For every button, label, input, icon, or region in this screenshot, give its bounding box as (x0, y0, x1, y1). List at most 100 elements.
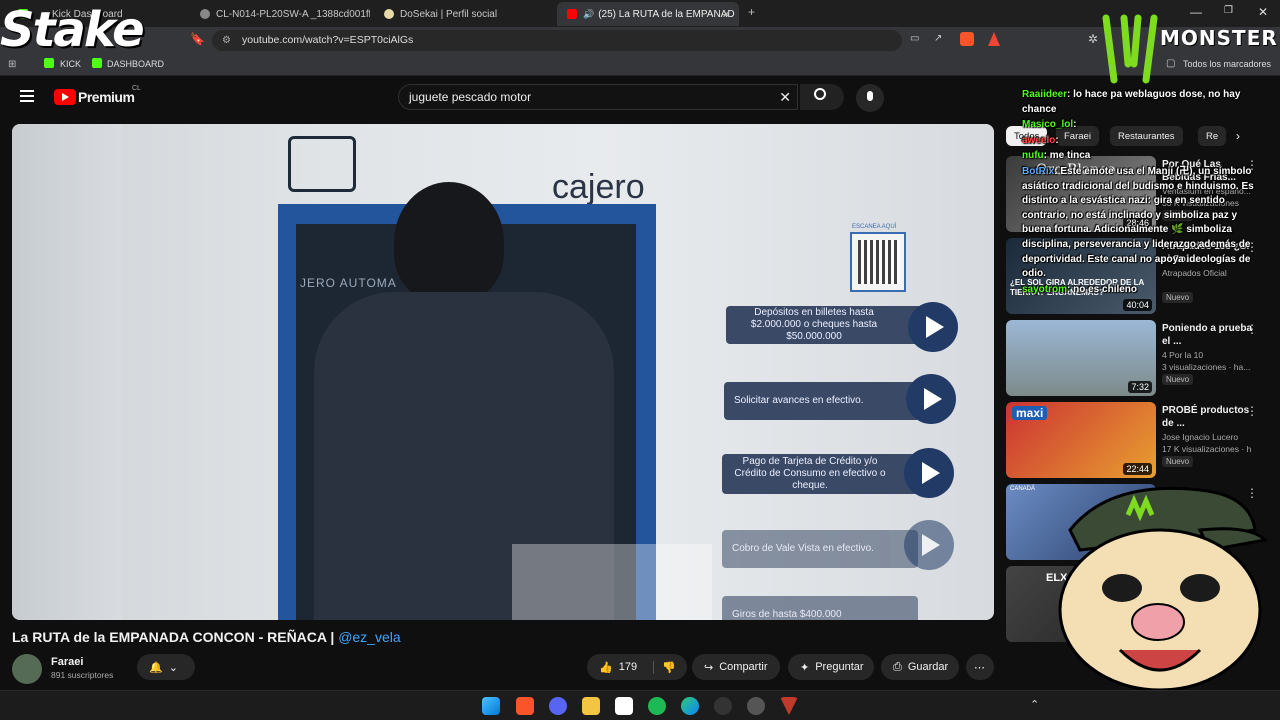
search-input[interactable]: juguete pescado motor ✕ (398, 84, 798, 110)
windows-start-icon[interactable] (482, 697, 500, 715)
chat-text: : no es chileno (1067, 283, 1138, 295)
clear-search-icon[interactable]: ✕ (779, 85, 791, 109)
bookmarks-bar: ⊞ KICK DASHBOARD ▢ Todos los marcadores (0, 54, 1280, 76)
tab-youtube-active[interactable]: 🔊 (25) La RUTA de la EMPANAD ✕ (557, 2, 739, 26)
atm-screen-text: JERO AUTOMA (300, 276, 397, 290)
brave-rewards-icon[interactable] (988, 32, 1000, 46)
option-text: Giros de hasta $400.000 (732, 609, 842, 620)
tab-cl-n014[interactable]: CL-N014-PL20SW-A _1388cd001ff64 (190, 2, 370, 26)
more-actions-button[interactable]: ⋯ (966, 654, 994, 680)
bookmark-icon[interactable]: 🔖 (190, 32, 205, 46)
rec-thumbnail: 7:32 (1006, 320, 1156, 396)
video-title: La RUTA de la EMPANADA CONCON - REÑACA |… (12, 629, 401, 645)
person-head (394, 182, 504, 302)
save-label: Guardar (907, 661, 949, 673)
chat-user: nufu (1022, 150, 1044, 162)
atm-option-giros: Giros de hasta $400.000 (722, 596, 918, 620)
folder-icon: ▢ (1166, 58, 1176, 69)
chat-user: Masico_lol (1022, 119, 1074, 131)
cast-icon[interactable]: ▭ (910, 33, 919, 44)
stake-logo: Stake (0, 2, 145, 58)
option-text: Solicitar avances en efectivo. (734, 395, 864, 406)
steam-icon[interactable] (747, 697, 765, 715)
chat-user: BotRix (1022, 165, 1055, 177)
more-vert-icon[interactable]: ⋮ (1246, 322, 1258, 336)
glare (512, 544, 712, 620)
duration: 7:32 (1128, 381, 1152, 393)
url-field[interactable]: ⚙ youtube.com/watch?v=ESPT0ciAlGs (212, 30, 902, 51)
close-window-button[interactable]: ✕ (1258, 5, 1268, 19)
voice-search-button[interactable] (856, 84, 884, 112)
rec-title: PROBÉ productos de ... (1162, 405, 1250, 429)
tab-dosekai[interactable]: DoSekai | Perfil social (374, 2, 554, 26)
chat-text: : me tinca (1043, 150, 1091, 162)
thumb-text: maxi (1012, 406, 1048, 420)
rec-channel: 4 Por la 10 (1162, 350, 1204, 360)
option-text: Cobro de Vale Vista en efectivo. (732, 543, 874, 554)
new-tab-button[interactable]: + (748, 5, 755, 19)
youtube-logo-icon[interactable] (54, 89, 76, 105)
edge-icon[interactable] (681, 697, 699, 715)
chevron-up-icon[interactable]: ⌃ (1030, 698, 1039, 711)
thumb-text: CANADÁ (1010, 486, 1036, 492)
mention-link[interactable]: @ez_vela (338, 629, 400, 645)
channel-name[interactable]: Faraei (51, 656, 83, 668)
chat-text: : Este emote usa el Manji (卍), un símbol… (1022, 165, 1254, 280)
atm-option-credit: Pago de Tarjeta de Crédito y/o Crédito d… (722, 454, 918, 494)
rec-item[interactable]: 7:32 Poniendo a prueba el ... 4 Por la 1… (1006, 320, 1274, 398)
menu-icon[interactable] (20, 90, 34, 102)
rec-views: 17 K visualizaciones · h (1162, 444, 1252, 454)
sparkle-icon: ✦ (800, 661, 810, 674)
close-tab-icon[interactable]: ✕ (722, 8, 731, 21)
chevron-down-icon: ⌄ (168, 661, 178, 674)
qr-caption: ESCANEA AQUÍ (852, 224, 897, 230)
obs-icon[interactable] (714, 697, 732, 715)
save-button[interactable]: ⎙ Guardar (881, 654, 959, 680)
minimize-button[interactable]: — (1190, 5, 1202, 19)
media-app-icon[interactable] (615, 697, 633, 715)
duration: 40:04 (1123, 299, 1152, 311)
maximize-button[interactable]: ❐ (1224, 5, 1233, 16)
more-vert-icon[interactable]: ⋮ (1246, 404, 1258, 418)
video-player[interactable]: cajero JERO AUTOMA ESCANEA AQUÍ Depósito… (12, 124, 994, 620)
extensions-icon[interactable]: ✲ (1088, 32, 1098, 46)
channel-avatar[interactable] (12, 654, 42, 684)
spotify-icon[interactable] (648, 697, 666, 715)
discord-icon[interactable] (549, 697, 567, 715)
chat-text: : (1073, 119, 1077, 131)
all-bookmarks[interactable]: Todos los marcadores (1183, 59, 1271, 69)
cat-mascot-overlay (1058, 486, 1269, 690)
like-icon[interactable]: 👍 (599, 661, 613, 674)
share-button[interactable]: ↪ Compartir (692, 654, 780, 680)
share-icon: ↪ (704, 661, 714, 674)
brave-dev-icon[interactable] (780, 697, 798, 715)
monster-logo-text: MONSTER (1160, 26, 1278, 50)
rec-item[interactable]: maxi 22:44 PROBÉ productos de ... Jose I… (1006, 402, 1274, 480)
chat-text: : (1055, 134, 1059, 146)
site-info-icon[interactable]: ⚙ (222, 30, 231, 51)
tab-label: (25) La RUTA de la EMPANAD (598, 8, 735, 20)
youtube-icon (567, 9, 577, 19)
chat-user: sayotrom (1022, 283, 1068, 295)
file-explorer-icon[interactable] (582, 697, 600, 715)
youtube-header: Premium CL juguete pescado motor ✕ (0, 76, 1000, 120)
share-icon[interactable]: ↗ (934, 33, 942, 44)
search-icon (814, 88, 826, 100)
apps-icon[interactable]: ⊞ (8, 59, 16, 70)
atm-brand: cajero (552, 168, 645, 206)
bookmark-kick[interactable]: KICK (60, 59, 81, 69)
notifications-button[interactable]: 🔔 ⌄ (137, 654, 195, 680)
speaker-icon: 🔊 (583, 8, 595, 19)
rec-channel: Jose Ignacio Lucero (1162, 432, 1239, 442)
ask-button[interactable]: ✦ Preguntar (788, 654, 874, 680)
globe-icon (200, 9, 210, 19)
arrow-right-icon (904, 520, 954, 570)
bookmark-dashboard[interactable]: DASHBOARD (107, 59, 164, 69)
region-label: CL (132, 85, 141, 92)
dislike-icon[interactable]: 👎 (653, 660, 676, 674)
kick-icon (92, 58, 102, 68)
brave-browser-icon[interactable] (516, 697, 534, 715)
search-button[interactable] (800, 84, 844, 110)
brave-shield-icon[interactable] (960, 32, 974, 46)
chat-message: Raaiideer: lo hace pa weblaguos dose, no… (1022, 88, 1254, 117)
